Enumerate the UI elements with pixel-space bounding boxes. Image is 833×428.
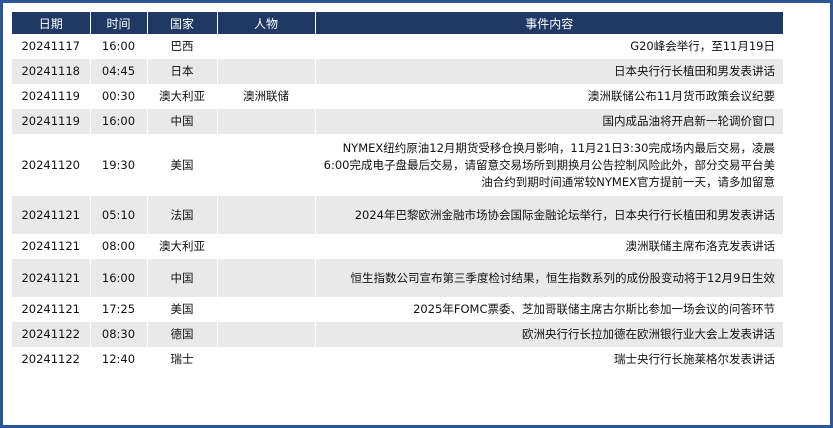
header-time: 时间 — [90, 12, 148, 34]
cell-date: 20241117 — [12, 34, 91, 59]
header-date: 日期 — [12, 12, 91, 34]
cell-country: 中国 — [147, 109, 218, 134]
cell-event: NYMEX纽约原油12月期货受移仓换月影响，11月21日3:30完成场内最后交易… — [315, 134, 783, 196]
cell-time: 05:10 — [90, 196, 148, 234]
cell-event: 瑞士央行行长施莱格尔发表讲话 — [315, 347, 783, 372]
cell-event: 恒生指数公司宣布第三季度检讨结果，恒生指数系列的成份股变动将于12月9日生效 — [315, 259, 783, 297]
table-row: 20241121 08:00 澳大利亚 澳洲联储主席布洛克发表讲话 — [12, 234, 783, 259]
cell-event: 日本央行行长植田和男发表讲话 — [315, 59, 783, 84]
cell-person — [217, 34, 316, 59]
cell-date: 20241120 — [12, 134, 91, 196]
cell-date: 20241119 — [12, 109, 91, 134]
cell-time: 08:30 — [90, 322, 148, 347]
cell-event: G20峰会举行，至11月19日 — [315, 34, 783, 59]
cell-date: 20241119 — [12, 84, 91, 109]
cell-country: 日本 — [147, 59, 218, 84]
cell-country: 法国 — [147, 196, 218, 234]
cell-time: 17:25 — [90, 297, 148, 322]
cell-country: 巴西 — [147, 34, 218, 59]
table-row: 20241122 08:30 德国 欧洲央行行长拉加德在欧洲银行业大会上发表讲话 — [12, 322, 783, 347]
cell-person — [217, 322, 316, 347]
cell-person — [217, 196, 316, 234]
table-frame: 日期 时间 国家 人物 事件内容 20241117 16:00 巴西 G20峰会… — [0, 0, 833, 428]
cell-country: 德国 — [147, 322, 218, 347]
table-row: 20241119 16:00 中国 国内成品油将开启新一轮调价窗口 — [12, 109, 783, 134]
cell-event: 欧洲央行行长拉加德在欧洲银行业大会上发表讲话 — [315, 322, 783, 347]
table-header-row: 日期 时间 国家 人物 事件内容 — [12, 12, 783, 34]
header-country: 国家 — [147, 12, 218, 34]
table-row: 20241119 00:30 澳大利亚 澳洲联储 澳洲联储公布11月货币政策会议… — [12, 84, 783, 109]
cell-person — [217, 109, 316, 134]
cell-date: 20241121 — [12, 196, 91, 234]
cell-time: 08:00 — [90, 234, 148, 259]
cell-date: 20241122 — [12, 322, 91, 347]
cell-date: 20241122 — [12, 347, 91, 372]
table-row: 20241120 19:30 美国 NYMEX纽约原油12月期货受移仓换月影响，… — [12, 134, 783, 196]
table-row: 20241118 04:45 日本 日本央行行长植田和男发表讲话 — [12, 59, 783, 84]
cell-event: 澳洲联储公布11月货币政策会议纪要 — [315, 84, 783, 109]
cell-person — [217, 234, 316, 259]
cell-date: 20241118 — [12, 59, 91, 84]
cell-country: 美国 — [147, 134, 218, 196]
cell-country: 中国 — [147, 259, 218, 297]
header-event: 事件内容 — [315, 12, 783, 34]
cell-person — [217, 59, 316, 84]
cell-time: 16:00 — [90, 259, 148, 297]
cell-person: 澳洲联储 — [217, 84, 316, 109]
cell-person — [217, 259, 316, 297]
table-row: 20241117 16:00 巴西 G20峰会举行，至11月19日 — [12, 34, 783, 59]
cell-date: 20241121 — [12, 234, 91, 259]
cell-date: 20241121 — [12, 297, 91, 322]
cell-time: 16:00 — [90, 109, 148, 134]
cell-time: 04:45 — [90, 59, 148, 84]
cell-person — [217, 297, 316, 322]
cell-date: 20241121 — [12, 259, 91, 297]
cell-event: 澳洲联储主席布洛克发表讲话 — [315, 234, 783, 259]
cell-time: 00:30 — [90, 84, 148, 109]
cell-country: 澳大利亚 — [147, 234, 218, 259]
cell-country: 瑞士 — [147, 347, 218, 372]
cell-time: 19:30 — [90, 134, 148, 196]
cell-event: 2024年巴黎欧洲金融市场协会国际金融论坛举行，日本央行行长植田和男发表讲话 — [315, 196, 783, 234]
events-table: 日期 时间 国家 人物 事件内容 20241117 16:00 巴西 G20峰会… — [12, 12, 783, 372]
table-row: 20241122 12:40 瑞士 瑞士央行行长施莱格尔发表讲话 — [12, 347, 783, 372]
cell-event: 国内成品油将开启新一轮调价窗口 — [315, 109, 783, 134]
cell-time: 16:00 — [90, 34, 148, 59]
cell-country: 澳大利亚 — [147, 84, 218, 109]
cell-time: 12:40 — [90, 347, 148, 372]
table-row: 20241121 17:25 美国 2025年FOMC票委、芝加哥联储主席古尔斯… — [12, 297, 783, 322]
cell-person — [217, 347, 316, 372]
table-row: 20241121 16:00 中国 恒生指数公司宣布第三季度检讨结果，恒生指数系… — [12, 259, 783, 297]
cell-person — [217, 134, 316, 196]
cell-event: 2025年FOMC票委、芝加哥联储主席古尔斯比参加一场会议的问答环节 — [315, 297, 783, 322]
table-row: 20241121 05:10 法国 2024年巴黎欧洲金融市场协会国际金融论坛举… — [12, 196, 783, 234]
header-person: 人物 — [217, 12, 316, 34]
cell-country: 美国 — [147, 297, 218, 322]
